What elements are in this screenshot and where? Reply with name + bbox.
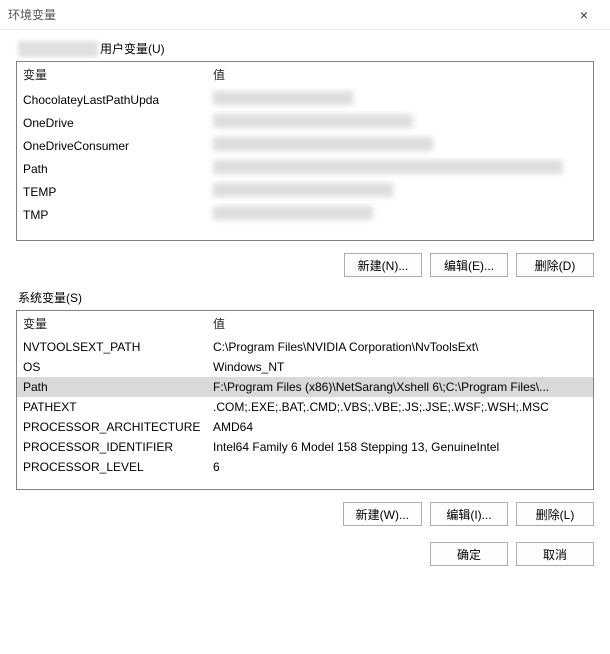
ok-button[interactable]: 确定: [430, 542, 508, 566]
variable-name: OneDrive: [17, 111, 207, 134]
variable-value: .COM;.EXE;.BAT;.CMD;.VBS;.VBE;.JS;.JSE;.…: [207, 397, 593, 417]
variable-name: TMP: [17, 203, 207, 226]
variable-name: TEMP: [17, 180, 207, 203]
variable-value: C:\Program Files\NVIDIA Corporation\NvTo…: [207, 337, 593, 358]
variable-value-redacted: [207, 180, 593, 203]
window-title: 环境变量: [8, 6, 56, 23]
variable-name: PROCESSOR_IDENTIFIER: [17, 437, 207, 457]
variable-name: Path: [17, 157, 207, 180]
variable-value: 6: [207, 457, 593, 477]
close-button[interactable]: ×: [562, 0, 606, 30]
cancel-button[interactable]: 取消: [516, 542, 594, 566]
variable-name: Path: [17, 377, 207, 397]
variable-value: F:\Program Files (x86)\NetSarang\Xshell …: [207, 377, 593, 397]
system-variables-section: 系统变量(S) 变量 值 NVTOOLSEXT_PATHC:\Program F…: [16, 289, 594, 526]
user-table-header-name[interactable]: 变量: [17, 62, 207, 88]
variable-value-redacted: [207, 203, 593, 226]
table-row[interactable]: OSWindows_NT: [17, 357, 593, 377]
table-row[interactable]: PROCESSOR_IDENTIFIERIntel64 Family 6 Mod…: [17, 437, 593, 457]
user-variables-section: 用户变量(U) 变量 值 ChocolateyLastPathUpdaOneDr…: [16, 40, 594, 277]
user-table-header-value[interactable]: 值: [207, 62, 593, 88]
variable-name: PATHEXT: [17, 397, 207, 417]
system-table-scroll[interactable]: 变量 值 NVTOOLSEXT_PATHC:\Program Files\NVI…: [17, 311, 593, 489]
table-row[interactable]: OneDriveConsumer: [17, 134, 593, 157]
variable-value: AMD64: [207, 417, 593, 437]
table-row[interactable]: TMP: [17, 203, 593, 226]
variable-value-redacted: [207, 134, 593, 157]
user-table-scroll[interactable]: 变量 值 ChocolateyLastPathUpdaOneDriveOneDr…: [17, 62, 593, 240]
redacted-username: [18, 41, 98, 57]
variable-value-redacted: [207, 111, 593, 134]
system-table-header-value[interactable]: 值: [207, 311, 593, 337]
variable-name: ChocolateyLastPathUpda: [17, 88, 207, 112]
user-section-label-text: 用户变量(U): [100, 40, 165, 57]
variable-value-redacted: [207, 157, 593, 180]
variable-value: Intel64 Family 6 Model 158 Stepping 13, …: [207, 437, 593, 457]
table-row[interactable]: PROCESSOR_ARCHITECTUREAMD64: [17, 417, 593, 437]
table-row[interactable]: PROCESSOR_LEVEL6: [17, 457, 593, 477]
variable-name: PROCESSOR_LEVEL: [17, 457, 207, 477]
system-delete-button[interactable]: 删除(L): [516, 502, 594, 526]
table-row[interactable]: PathF:\Program Files (x86)\NetSarang\Xsh…: [17, 377, 593, 397]
table-row[interactable]: NVTOOLSEXT_PATHC:\Program Files\NVIDIA C…: [17, 337, 593, 358]
user-delete-button[interactable]: 删除(D): [516, 253, 594, 277]
system-new-button[interactable]: 新建(W)...: [343, 502, 422, 526]
table-row[interactable]: Path: [17, 157, 593, 180]
user-section-label: 用户变量(U): [16, 40, 594, 57]
table-row[interactable]: PATHEXT.COM;.EXE;.BAT;.CMD;.VBS;.VBE;.JS…: [17, 397, 593, 417]
close-icon: ×: [580, 7, 588, 23]
variable-name: OS: [17, 357, 207, 377]
variable-name: NVTOOLSEXT_PATH: [17, 337, 207, 358]
user-new-button[interactable]: 新建(N)...: [344, 253, 422, 277]
variable-name: OneDriveConsumer: [17, 134, 207, 157]
user-edit-button[interactable]: 编辑(E)...: [430, 253, 508, 277]
user-variables-table: 变量 值 ChocolateyLastPathUpdaOneDriveOneDr…: [16, 61, 594, 241]
table-row[interactable]: TEMP: [17, 180, 593, 203]
system-edit-button[interactable]: 编辑(I)...: [430, 502, 508, 526]
table-row[interactable]: OneDrive: [17, 111, 593, 134]
variable-value: Windows_NT: [207, 357, 593, 377]
system-section-label: 系统变量(S): [16, 289, 594, 306]
variable-value-redacted: [207, 88, 593, 112]
table-row[interactable]: ChocolateyLastPathUpda: [17, 88, 593, 112]
system-variables-table: 变量 值 NVTOOLSEXT_PATHC:\Program Files\NVI…: [16, 310, 594, 490]
variable-name: PROCESSOR_ARCHITECTURE: [17, 417, 207, 437]
system-table-header-name[interactable]: 变量: [17, 311, 207, 337]
